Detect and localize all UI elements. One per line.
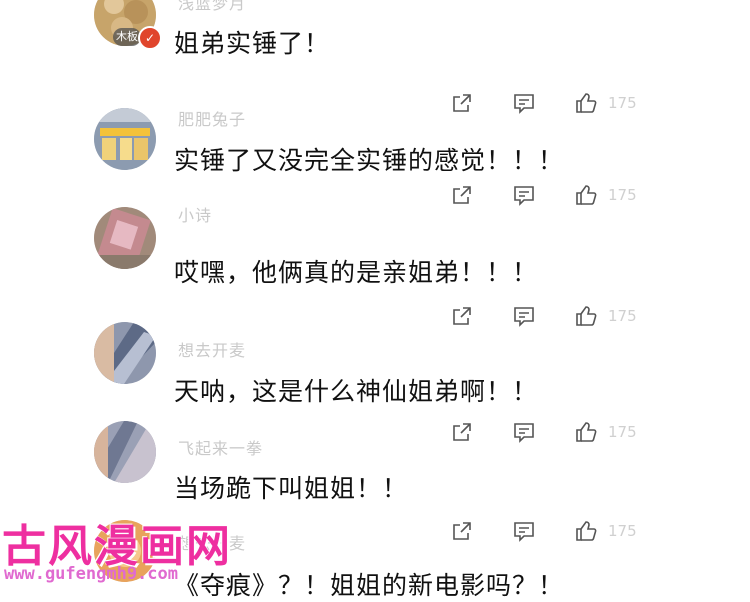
comment-actions: 175 [450,417,637,447]
reply-icon[interactable] [512,304,536,328]
avatar[interactable] [94,108,156,170]
comment-text: 当场跪下叫姐姐！！ [174,474,409,503]
reply-icon[interactable] [512,183,536,207]
share-icon[interactable] [450,91,474,115]
like-count: 175 [608,186,637,204]
comment-actions: 175 [450,88,637,118]
reply-icon[interactable] [512,420,536,444]
like-icon[interactable] [574,183,598,207]
comment-text: 哎嘿，他俩真的是亲姐弟！！！ [174,258,539,287]
comment-text: 《夺痕》？！姐姐的新电影吗？！ [174,571,565,600]
comment-actions: 175 [450,180,637,210]
share-icon[interactable] [450,420,474,444]
username[interactable]: 小诗 [178,202,212,226]
share-icon[interactable] [450,304,474,328]
username[interactable]: 想去开麦 [178,337,246,361]
share-icon[interactable] [450,519,474,543]
username[interactable]: 飞起来一拳 [178,435,263,459]
like-count: 175 [608,307,637,325]
like-count: 175 [608,94,637,112]
like-icon[interactable] [574,91,598,115]
like-icon[interactable] [574,519,598,543]
like-icon[interactable] [574,304,598,328]
comment-text: 实锤了又没完全实锤的感觉！！！ [174,146,565,175]
user-level-badge: 木板 [113,28,141,46]
watermark-url: www.gufengmh9.com [4,564,178,584]
avatar[interactable] [94,207,156,269]
verified-icon: ✓ [138,26,162,50]
reply-icon[interactable] [512,91,536,115]
avatar[interactable] [94,322,156,384]
share-icon[interactable] [450,183,474,207]
username[interactable]: 浅蓝梦月 [178,0,246,14]
comment-text: 姐弟实锤了！ [174,29,331,58]
like-count: 175 [608,522,637,540]
avatar[interactable] [94,421,156,483]
comment-actions: 175 [450,516,637,546]
comment-actions: 175 [450,301,637,331]
reply-icon[interactable] [512,519,536,543]
like-count: 175 [608,423,637,441]
comment-text: 天呐，这是什么神仙姐弟啊！！ [174,377,539,406]
username[interactable]: 肥肥兔子 [178,106,246,130]
like-icon[interactable] [574,420,598,444]
